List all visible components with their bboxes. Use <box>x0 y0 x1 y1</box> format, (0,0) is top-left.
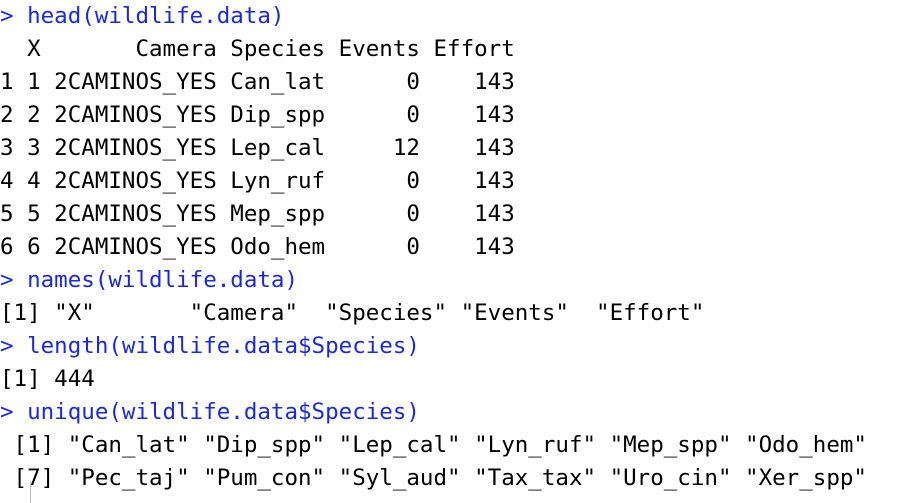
console-command-line: > length(wildlife.data$Species) <box>0 333 420 359</box>
console-output-line: [1] "X" "Camera" "Species" "Events" "Eff… <box>0 300 705 326</box>
r-console[interactable]: > head(wildlife.data) X Camera Species E… <box>0 0 909 503</box>
console-command-line: > head(wildlife.data) <box>0 3 285 29</box>
console-output-line: 5 5 2CAMINOS_YES Mep_spp 0 143 <box>0 201 515 227</box>
console-output-line: 4 4 2CAMINOS_YES Lyn_ruf 0 143 <box>0 168 515 194</box>
console-output-line: [7] "Pec_taj" "Pum_con" "Syl_aud" "Tax_t… <box>0 465 867 491</box>
console-output-line: 1 1 2CAMINOS_YES Can_lat 0 143 <box>0 69 515 95</box>
console-output-line: [1] 444 <box>0 366 95 392</box>
console-command-line: > unique(wildlife.data$Species) <box>0 399 420 425</box>
console-output-line: [1] "Can_lat" "Dip_spp" "Lep_cal" "Lyn_r… <box>0 432 867 458</box>
console-command-line: > names(wildlife.data) <box>0 267 299 293</box>
console-output-line: 3 3 2CAMINOS_YES Lep_cal 12 143 <box>0 135 515 161</box>
console-output-line: X Camera Species Events Effort <box>0 36 515 62</box>
console-output-line: 6 6 2CAMINOS_YES Odo_hem 0 143 <box>0 234 515 260</box>
console-output-line: 2 2 2CAMINOS_YES Dip_spp 0 143 <box>0 102 515 128</box>
text-cursor <box>30 482 31 503</box>
